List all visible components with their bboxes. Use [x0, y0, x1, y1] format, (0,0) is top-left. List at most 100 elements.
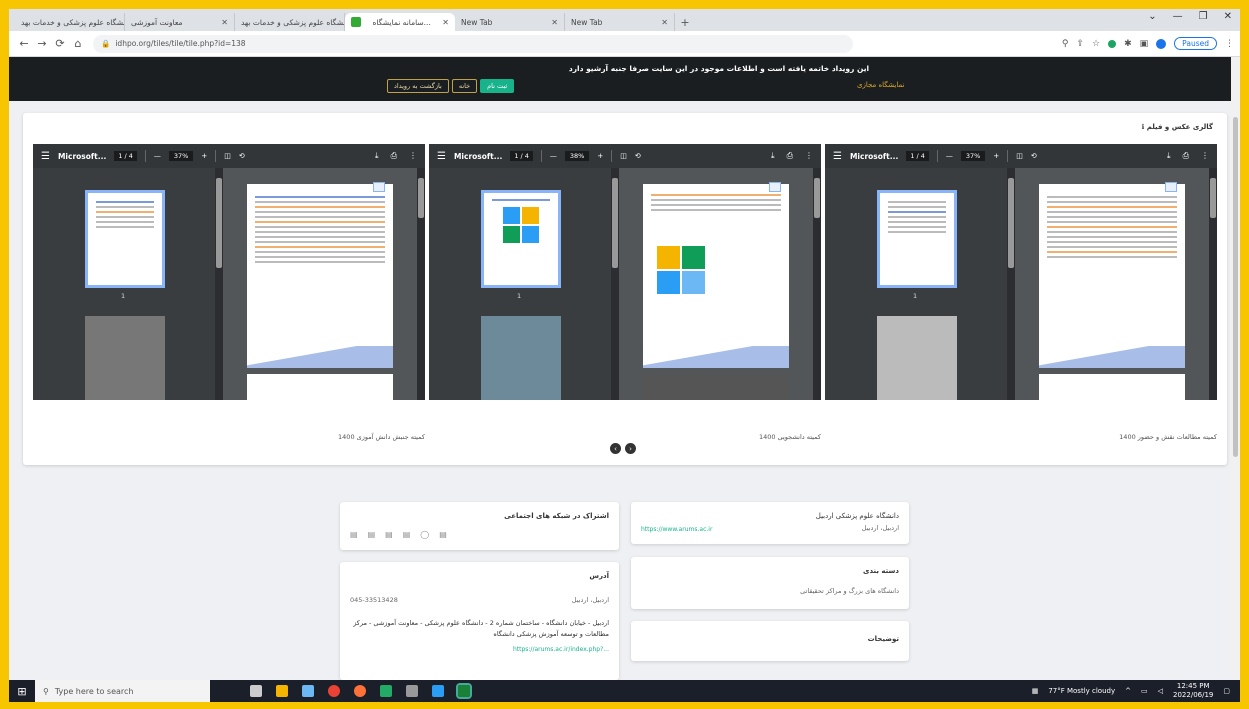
more-icon[interactable]: ⋮: [1201, 151, 1209, 161]
scrollbar-thumb[interactable]: [1233, 117, 1238, 457]
zoom-out-icon[interactable]: —: [946, 152, 953, 160]
taskbar-search-input[interactable]: ⚲ Type here to search: [35, 680, 210, 702]
thumbnail-scrollbar[interactable]: [1007, 168, 1015, 400]
notifications-icon[interactable]: ▢: [1223, 687, 1230, 695]
back-icon[interactable]: ←: [15, 37, 33, 50]
sidebar-toggle-icon[interactable]: ☰: [41, 151, 50, 162]
file-explorer-icon[interactable]: [276, 685, 288, 697]
tab-3[interactable]: دانشگاه علوم پزشکی و خدمات بهد...✕: [235, 13, 345, 31]
print-icon[interactable]: ⎙: [391, 151, 397, 161]
maximize-icon[interactable]: ❐: [1199, 11, 1208, 22]
zoom-level[interactable]: 37%: [960, 151, 986, 161]
thumbnail-page[interactable]: [85, 316, 165, 400]
org-link[interactable]: https://www.arums.ac.ir: [641, 526, 712, 533]
chrome-icon[interactable]: [328, 685, 340, 697]
new-tab-button[interactable]: +: [675, 13, 695, 31]
windows-start-icon[interactable]: ⊞: [9, 680, 35, 702]
thumbnail-scrollbar[interactable]: [611, 168, 619, 400]
download-icon[interactable]: ⤓: [375, 151, 379, 161]
forward-icon[interactable]: →: [33, 37, 51, 50]
home-icon[interactable]: ⌂: [69, 37, 87, 50]
tab-4[interactable]: سامانه نمایشگاه... ✕: [345, 13, 455, 31]
fit-page-icon[interactable]: ◫: [1016, 152, 1023, 160]
close-icon[interactable]: ✕: [442, 18, 449, 27]
app-icon[interactable]: [406, 685, 418, 697]
word-icon[interactable]: [432, 685, 444, 697]
thumbnail-page[interactable]: [481, 190, 561, 288]
rotate-icon[interactable]: ⟲: [239, 152, 245, 160]
zoom-out-icon[interactable]: —: [550, 152, 557, 160]
minimize-icon[interactable]: —: [1173, 11, 1183, 22]
zoom-level[interactable]: 37%: [168, 151, 194, 161]
sidebar-toggle-icon[interactable]: ☰: [833, 151, 842, 162]
more-icon[interactable]: ⋮: [409, 151, 417, 161]
tab-6[interactable]: New Tab ✕: [565, 13, 675, 31]
telegram-icon[interactable]: ▤: [350, 530, 358, 539]
page-scrollbar[interactable]: [813, 168, 821, 400]
print-icon[interactable]: ⎙: [787, 151, 793, 161]
share-icon[interactable]: ⇪: [1076, 39, 1084, 49]
task-view-icon[interactable]: [250, 685, 262, 697]
thumbnail-page[interactable]: [481, 316, 561, 400]
zoom-icon[interactable]: ⚲: [1062, 39, 1069, 49]
profile-paused-button[interactable]: Paused: [1174, 37, 1217, 50]
zoom-level[interactable]: 38%: [564, 151, 590, 161]
weather-text[interactable]: 77°F Mostly cloudy: [1048, 687, 1115, 695]
url-input[interactable]: 🔒 idhpo.org/tiles/tile/tile.php?id=138: [93, 34, 853, 53]
tab-2[interactable]: معاونت آموزشی ✕: [125, 13, 235, 31]
zoom-in-icon[interactable]: +: [201, 152, 207, 160]
print-icon[interactable]: ⎙: [1183, 151, 1189, 161]
category-value[interactable]: دانشگاه های بزرگ و مراکز تحقیقاتی: [800, 587, 899, 595]
tab-5[interactable]: New Tab ✕: [455, 13, 565, 31]
register-button[interactable]: ثبت نام: [480, 79, 515, 93]
back-to-event-button[interactable]: بازگشت به رویداد: [387, 79, 449, 93]
weather-icon[interactable]: ▦: [1032, 687, 1039, 695]
close-icon[interactable]: ✕: [551, 18, 558, 27]
thumbnail-page[interactable]: [877, 316, 957, 400]
more-icon[interactable]: ⋮: [805, 151, 813, 161]
close-window-icon[interactable]: ✕: [1224, 11, 1232, 22]
menu-kebab-icon[interactable]: ⋮: [1225, 39, 1234, 49]
home-button[interactable]: خانه: [451, 79, 478, 93]
close-icon[interactable]: ✕: [661, 18, 668, 27]
app-icon[interactable]: [380, 685, 392, 697]
puzzle-icon[interactable]: ✱: [1124, 39, 1132, 49]
fit-page-icon[interactable]: ◫: [224, 152, 231, 160]
twitter-icon[interactable]: ▤: [385, 530, 393, 539]
page-indicator[interactable]: 1 / 4: [906, 151, 929, 161]
firefox-icon[interactable]: [354, 685, 366, 697]
thumbnail-scrollbar[interactable]: [215, 168, 223, 400]
sidepanel-icon[interactable]: ▣: [1140, 39, 1149, 49]
close-icon[interactable]: ✕: [221, 18, 228, 27]
volume-icon[interactable]: ◁: [1158, 687, 1163, 695]
address-link[interactable]: https://arums.ac.ir/index.php?...: [513, 646, 609, 653]
brand-logo[interactable]: نمایشگاه مجازی: [857, 81, 904, 89]
download-icon[interactable]: ⤓: [1167, 151, 1171, 161]
whatsapp-icon[interactable]: ▤: [368, 530, 376, 539]
rotate-icon[interactable]: ⟲: [635, 152, 641, 160]
page-indicator[interactable]: 1 / 4: [510, 151, 533, 161]
page-indicator[interactable]: 1 / 4: [114, 151, 137, 161]
extension-icon[interactable]: [1108, 39, 1117, 48]
tab-search-icon[interactable]: ⌄: [1148, 11, 1156, 22]
tray-chevron-icon[interactable]: ^: [1125, 687, 1131, 695]
excel-icon[interactable]: [456, 683, 472, 699]
facebook-icon[interactable]: ▤: [403, 530, 411, 539]
linkedin-icon[interactable]: ◯: [420, 530, 429, 539]
page-scrollbar[interactable]: [417, 168, 425, 400]
zoom-in-icon[interactable]: +: [993, 152, 999, 160]
thumbnail-page[interactable]: [85, 190, 165, 288]
thumbnail-page[interactable]: [877, 190, 957, 288]
carousel-prev-button[interactable]: ‹: [610, 443, 621, 454]
carousel-next-button[interactable]: ›: [625, 443, 636, 454]
download-icon[interactable]: ⤓: [771, 151, 775, 161]
bookmark-star-icon[interactable]: ☆: [1092, 39, 1100, 49]
page-scrollbar[interactable]: [1209, 168, 1217, 400]
address-phone[interactable]: 045-33513428: [350, 596, 398, 604]
avatar[interactable]: [1156, 38, 1167, 49]
sidebar-toggle-icon[interactable]: ☰: [437, 151, 446, 162]
fit-page-icon[interactable]: ◫: [620, 152, 627, 160]
edge-icon[interactable]: [302, 685, 314, 697]
network-icon[interactable]: ▭: [1141, 687, 1148, 695]
email-icon[interactable]: ▤: [439, 530, 447, 539]
